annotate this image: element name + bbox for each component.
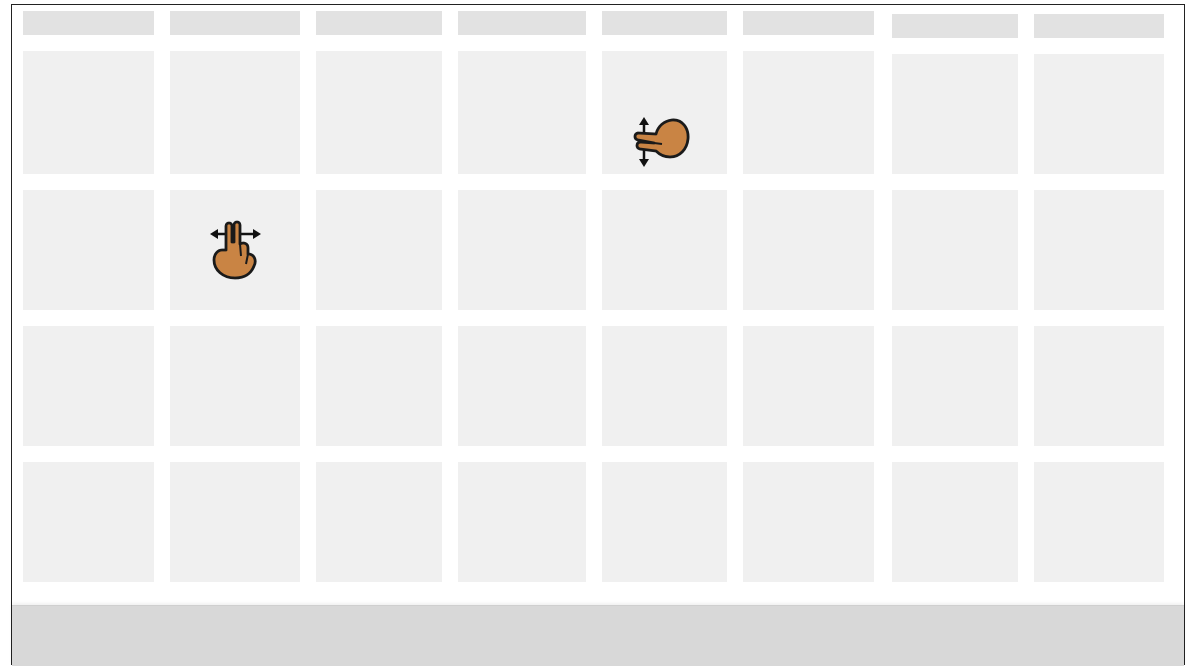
column-header-7 — [892, 14, 1018, 38]
grid-cell-row-4-col-7[interactable] — [892, 462, 1018, 582]
two-finger-scroll-horizontal-icon — [210, 220, 261, 280]
column-header-1 — [23, 11, 154, 35]
grid-cell-row-1-col-1[interactable] — [23, 51, 154, 174]
grid-cell-row-4-col-4[interactable] — [458, 462, 586, 582]
grid-cell-row-3-col-5[interactable] — [602, 326, 727, 446]
grid-cell-row-1-col-2[interactable] — [170, 51, 300, 174]
grid-cell-row-3-col-2[interactable] — [170, 326, 300, 446]
grid-cell-row-2-col-3[interactable] — [316, 190, 442, 310]
grid-cell-row-3-col-3[interactable] — [316, 326, 442, 446]
grid-cell-row-3-col-4[interactable] — [458, 326, 586, 446]
grid-cell-row-4-col-8[interactable] — [1034, 462, 1164, 582]
grid-cell-row-2-col-7[interactable] — [892, 190, 1018, 310]
column-header-6 — [743, 11, 874, 35]
two-finger-scroll-vertical-icon — [633, 117, 690, 167]
grid-cell-row-2-col-5[interactable] — [602, 190, 727, 310]
grid-cell-row-1-col-4[interactable] — [458, 51, 586, 174]
grid-cell-row-2-col-4[interactable] — [458, 190, 586, 310]
grid-cell-row-1-col-6[interactable] — [743, 51, 874, 174]
column-header-5 — [602, 11, 727, 35]
grid-cell-row-4-col-6[interactable] — [743, 462, 874, 582]
grid-cell-row-4-col-3[interactable] — [316, 462, 442, 582]
grid-cell-row-1-col-3[interactable] — [316, 51, 442, 174]
grid-cell-row-2-col-8[interactable] — [1034, 190, 1164, 310]
column-header-8 — [1034, 14, 1164, 38]
grid-cell-row-3-col-8[interactable] — [1034, 326, 1164, 446]
grid-cell-row-3-col-7[interactable] — [892, 326, 1018, 446]
grid-cell-row-3-col-6[interactable] — [743, 326, 874, 446]
grid-cell-row-1-col-8[interactable] — [1034, 54, 1164, 174]
column-header-2 — [170, 11, 300, 35]
grid-cell-row-4-col-1[interactable] — [23, 462, 154, 582]
column-header-4 — [458, 11, 586, 35]
grid-cell-row-3-col-1[interactable] — [23, 326, 154, 446]
grid-cell-row-2-col-6[interactable] — [743, 190, 874, 310]
grid-cell-row-2-col-1[interactable] — [23, 190, 154, 310]
grid-cell-row-1-col-7[interactable] — [892, 54, 1018, 174]
grid-cell-row-4-col-2[interactable] — [170, 462, 300, 582]
grid-cell-row-4-col-5[interactable] — [602, 462, 727, 582]
column-header-3 — [316, 11, 442, 35]
bottom-panel — [12, 605, 1184, 666]
